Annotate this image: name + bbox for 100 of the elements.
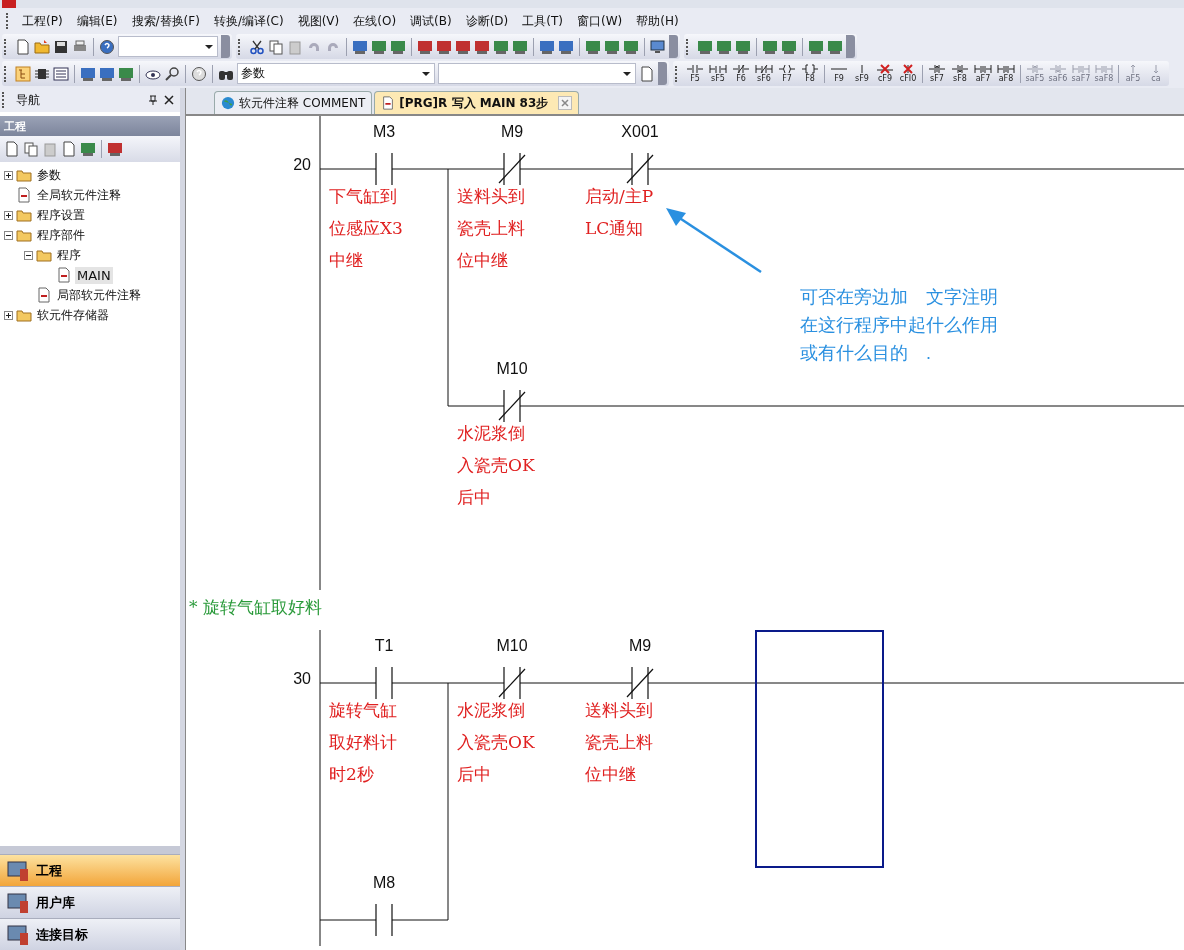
ladder-tool-button[interactable]: aF8 <box>995 61 1017 86</box>
splitter-handle[interactable] <box>0 846 180 854</box>
window-icon[interactable] <box>390 38 406 55</box>
menu-item[interactable]: 调试(B) <box>404 10 458 32</box>
new-file-icon[interactable] <box>4 141 20 157</box>
panel-button[interactable]: 工程 <box>0 854 180 886</box>
window-icon[interactable] <box>107 141 123 157</box>
collapse-icon[interactable] <box>24 250 33 260</box>
window-icon[interactable] <box>735 38 751 55</box>
cut-icon[interactable] <box>249 38 265 55</box>
ladder-tool-button[interactable]: cF9 <box>874 61 896 86</box>
collapse-icon[interactable] <box>4 230 13 240</box>
window-icon[interactable] <box>493 38 509 55</box>
closed-contact-symbol[interactable] <box>498 666 526 700</box>
window-icon[interactable] <box>417 38 433 55</box>
search-icon[interactable] <box>164 65 180 82</box>
document-icon[interactable] <box>639 65 655 82</box>
window-icon[interactable] <box>539 38 555 55</box>
statement-comment: * 旋转气缸取好料 <box>189 597 322 617</box>
ladder-tool-button[interactable]: aF7 <box>972 61 994 86</box>
window-icon[interactable] <box>558 38 574 55</box>
closed-contact-symbol[interactable] <box>498 152 526 186</box>
tree-item[interactable]: 全局软元件注释 <box>35 185 123 205</box>
tree-item[interactable]: 程序设置 <box>35 205 87 225</box>
menu-item[interactable]: 视图(V) <box>291 10 346 32</box>
document-icon[interactable] <box>61 141 77 157</box>
new-file-icon[interactable] <box>15 38 31 55</box>
ladder-tool-button[interactable]: sF6 <box>753 61 775 86</box>
parameter-combo[interactable]: 参数 <box>237 63 435 84</box>
panel-button[interactable]: 连接目标 <box>0 918 180 950</box>
window-icon[interactable] <box>80 141 96 157</box>
tree-item[interactable]: 程序 <box>55 245 83 265</box>
menu-item[interactable]: 转换/编译(C) <box>207 10 290 32</box>
window-icon[interactable] <box>808 38 824 55</box>
window-icon[interactable] <box>716 38 732 55</box>
window-icon[interactable] <box>371 38 387 55</box>
expand-icon[interactable] <box>4 210 13 220</box>
ladder-tool-button[interactable]: sF5 <box>707 61 729 86</box>
ladder-symbol-icon <box>1072 64 1090 74</box>
window-icon[interactable] <box>455 38 471 55</box>
expand-icon[interactable] <box>4 170 13 180</box>
ladder-tool-button[interactable]: sF8 <box>949 61 971 86</box>
menu-item[interactable]: 工具(T) <box>516 10 569 32</box>
window-icon[interactable] <box>585 38 601 55</box>
tree-item[interactable]: MAIN <box>75 266 113 284</box>
copy-icon[interactable] <box>268 38 284 55</box>
ladder-tool-button[interactable]: F5 <box>684 61 706 86</box>
window-icon[interactable] <box>352 38 368 55</box>
section-title: 工程 <box>4 118 26 134</box>
menu-item[interactable]: 编辑(E) <box>70 10 124 32</box>
expand-icon[interactable] <box>4 310 13 320</box>
window-icon[interactable] <box>512 38 528 55</box>
tree-item[interactable]: 软元件存储器 <box>35 305 111 325</box>
help-icon[interactable] <box>99 38 115 55</box>
open-contact-symbol[interactable] <box>375 903 393 937</box>
ladder-tool-button[interactable]: sF9 <box>851 61 873 86</box>
window-icon[interactable] <box>99 65 115 82</box>
pin-icon[interactable] <box>148 95 158 105</box>
closed-contact-symbol[interactable] <box>626 666 654 700</box>
ladder-tool-button[interactable]: F6 <box>730 61 752 86</box>
window-icon[interactable] <box>781 38 797 55</box>
window-icon[interactable] <box>80 65 96 82</box>
tree-item[interactable]: 局部软元件注释 <box>55 285 143 305</box>
editor-tab[interactable]: 软元件注释 COMMENT <box>214 91 373 114</box>
ladder-tool-button[interactable]: cFI0 <box>897 61 919 86</box>
window-icon[interactable] <box>118 65 134 82</box>
save-icon[interactable] <box>53 38 69 55</box>
copy-icon[interactable] <box>23 141 39 157</box>
device-label: T1 <box>374 637 394 654</box>
menu-item[interactable]: 诊断(D) <box>459 10 515 32</box>
folder-icon <box>16 227 32 243</box>
window-icon[interactable] <box>623 38 639 55</box>
panel-button[interactable]: 用户库 <box>0 886 180 918</box>
window-icon[interactable] <box>474 38 490 55</box>
menu-item[interactable]: 窗口(W) <box>571 10 629 32</box>
ladder-tool-button[interactable]: F7 <box>776 61 798 86</box>
monitor-icon[interactable] <box>650 38 666 55</box>
ladder-symbol-icon <box>951 64 969 74</box>
open-contact-symbol[interactable] <box>375 152 393 186</box>
question-bubble-icon[interactable] <box>191 65 207 82</box>
window-icon[interactable] <box>697 38 713 55</box>
close-icon[interactable] <box>164 95 174 105</box>
menu-item[interactable]: 搜索/替换(F) <box>125 10 206 32</box>
ladder-tool-button[interactable]: F8 <box>799 61 821 86</box>
window-icon[interactable] <box>762 38 778 55</box>
tree-item[interactable]: 参数 <box>35 165 63 185</box>
menu-item[interactable]: 工程(P) <box>16 10 69 32</box>
ladder-tool-button[interactable]: sF7 <box>926 61 948 86</box>
menu-item[interactable]: 帮助(H) <box>630 10 685 32</box>
ladder-tool-button[interactable]: F9 <box>828 61 850 86</box>
device-comment: 瓷壳上料 <box>585 732 653 752</box>
closed-contact-symbol[interactable] <box>626 152 654 186</box>
window-icon[interactable] <box>827 38 843 55</box>
window-icon[interactable] <box>436 38 452 55</box>
menu-item[interactable]: 在线(O) <box>347 10 403 32</box>
open-contact-symbol[interactable] <box>375 666 393 700</box>
window-icon[interactable] <box>604 38 620 55</box>
tree-item[interactable]: 程序部件 <box>35 225 87 245</box>
closed-contact-symbol[interactable] <box>498 389 526 423</box>
editor-tab[interactable]: [PRG]R 写入 MAIN 83步 <box>374 91 580 114</box>
